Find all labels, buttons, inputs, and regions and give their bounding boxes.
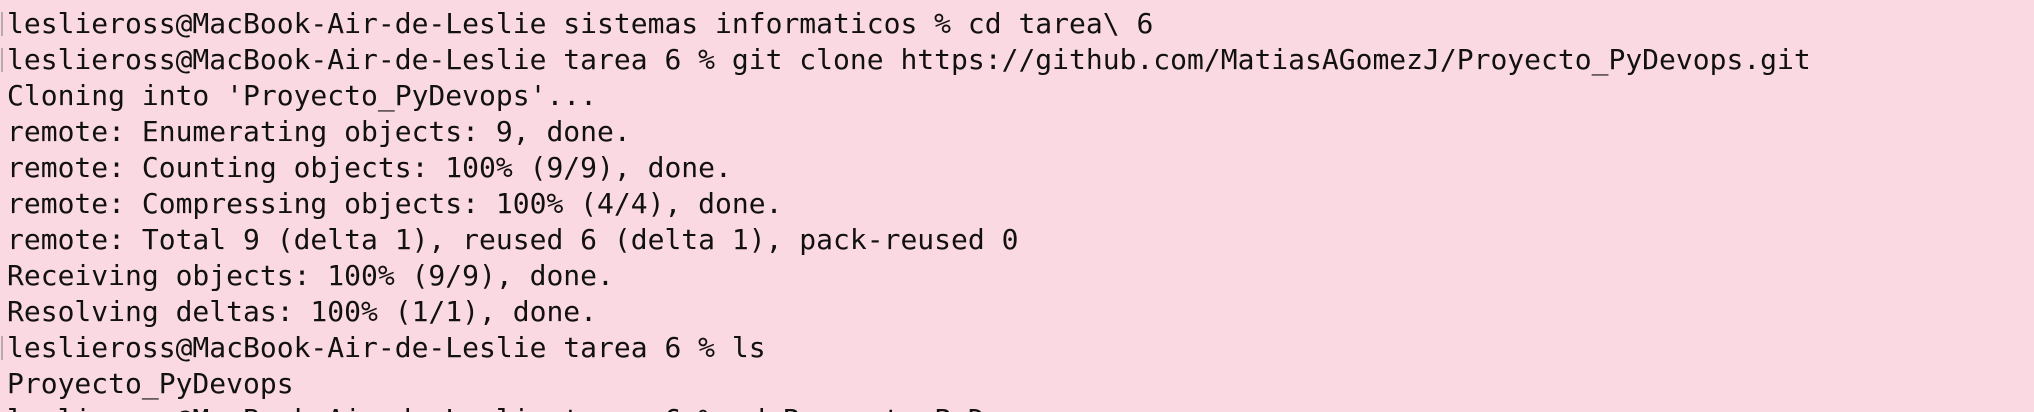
command-line-partial: leslieross@MacBook-Air-de-Leslie tarea 6… xyxy=(7,402,1811,412)
output-line: Cloning into 'Proyecto_PyDevops'... xyxy=(7,79,598,112)
command-line: leslieross@MacBook-Air-de-Leslie tarea 6… xyxy=(1,330,1811,366)
terminal-output: leslieross@MacBook-Air-de-Leslie sistema… xyxy=(1,6,1811,412)
output-line: remote: Total 9 (delta 1), reused 6 (del… xyxy=(7,223,1019,256)
output-line: Receiving objects: 100% (9/9), done. xyxy=(7,259,614,292)
output-line: remote: Enumerating objects: 9, done. xyxy=(7,115,631,148)
output-line: remote: Compressing objects: 100% (4/4),… xyxy=(7,187,783,220)
command-line: leslieross@MacBook-Air-de-Leslie tarea 6… xyxy=(1,43,1811,76)
output-line: Resolving deltas: 100% (1/1), done. xyxy=(7,295,598,328)
terminal-window[interactable]: leslieross@MacBook-Air-de-Leslie sistema… xyxy=(0,0,2034,412)
output-line: remote: Counting objects: 100% (9/9), do… xyxy=(7,151,732,184)
output-line: Proyecto_PyDevops xyxy=(7,367,294,400)
command-line: leslieross@MacBook-Air-de-Leslie sistema… xyxy=(1,6,1811,42)
